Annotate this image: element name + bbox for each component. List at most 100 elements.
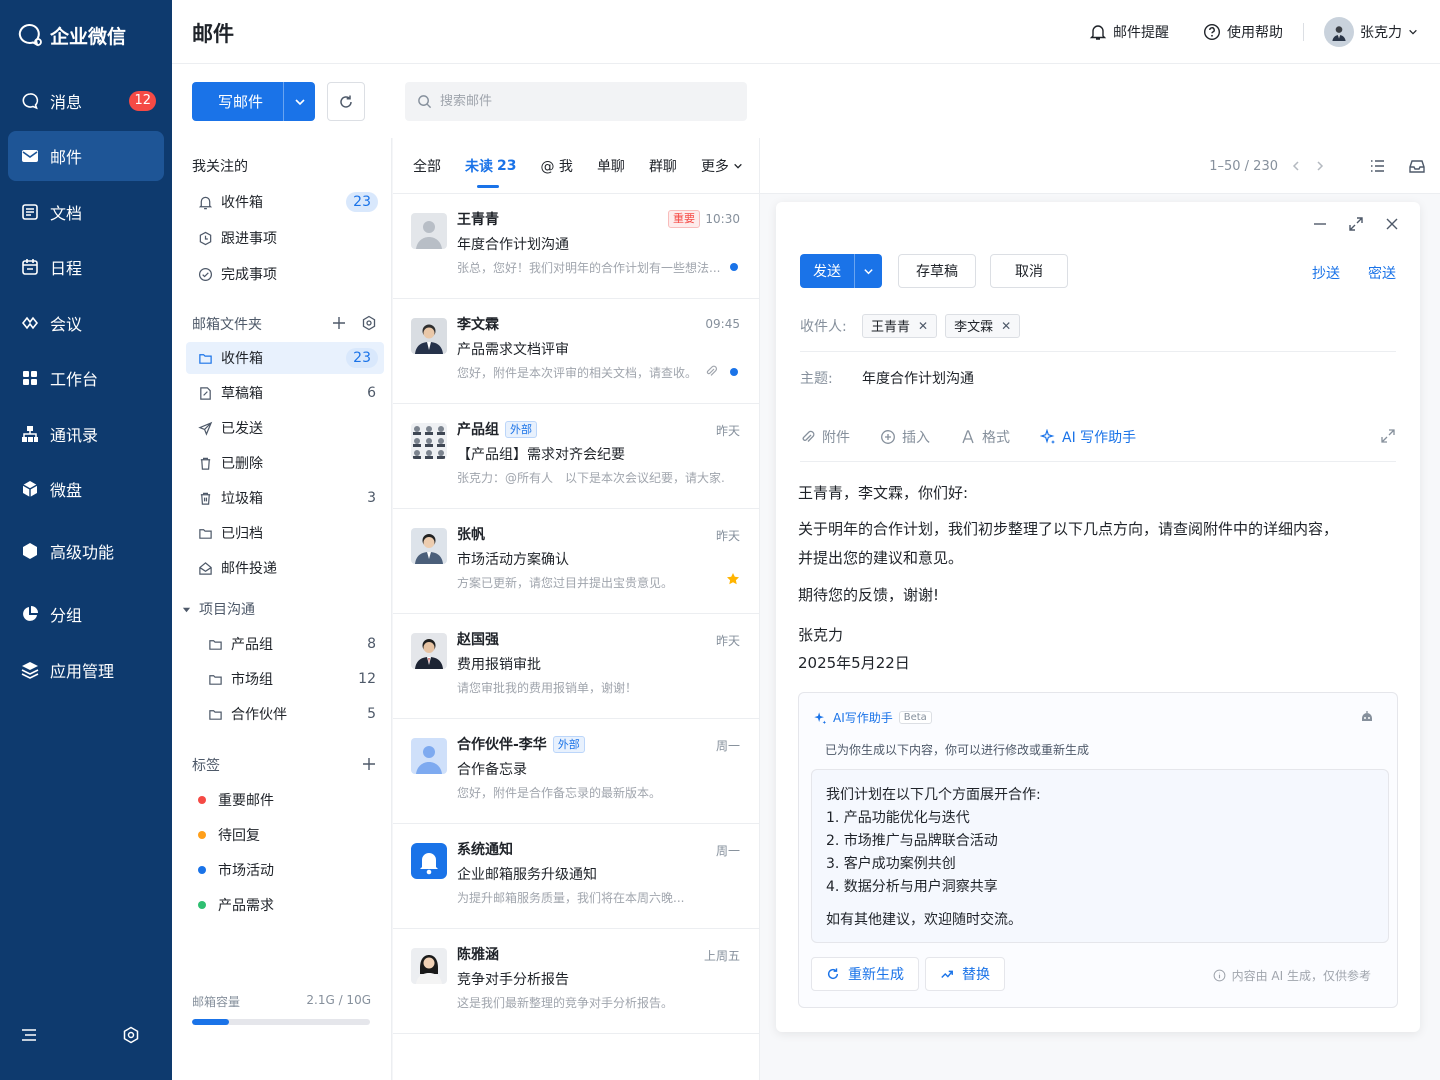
- folder-partners[interactable]: 合作伙伴 5: [186, 698, 384, 730]
- folder-deleted[interactable]: 已删除: [186, 447, 384, 479]
- expand-editor-icon[interactable]: [1380, 428, 1396, 444]
- nav-item-groups[interactable]: 分组: [8, 589, 164, 639]
- nav-item-docs[interactable]: 文档: [8, 187, 164, 237]
- chevron-right-icon[interactable]: [1314, 160, 1326, 172]
- tab-unread[interactable]: 未读 23: [465, 138, 516, 194]
- tab-all[interactable]: 全部: [413, 138, 441, 194]
- regenerate-button[interactable]: 重新生成: [811, 957, 919, 991]
- followed-inbox[interactable]: 收件箱 23: [186, 186, 384, 218]
- robot-icon[interactable]: [1359, 709, 1375, 725]
- chevron-left-icon[interactable]: [1290, 160, 1302, 172]
- cancel-button[interactable]: 取消: [990, 254, 1068, 288]
- tab-mentions[interactable]: @ 我: [540, 138, 572, 194]
- remove-recipient-icon[interactable]: ✕: [918, 319, 928, 333]
- folder-product-group[interactable]: 产品组 8: [186, 628, 384, 660]
- mail-item[interactable]: 陈雅涵 上周五 竞争对手分析报告 这是我们最新整理的竞争对手分析报告。: [393, 930, 760, 1034]
- nav-item-meeting[interactable]: 会议: [8, 298, 164, 348]
- folder-sent[interactable]: 已发送: [186, 412, 384, 444]
- help-button[interactable]: 使用帮助: [1203, 22, 1283, 42]
- tag-important[interactable]: 重要邮件: [186, 784, 384, 816]
- tab-group[interactable]: 群聊: [649, 138, 677, 194]
- nav-item-calendar[interactable]: 日程: [8, 242, 164, 292]
- inbox-tray-icon[interactable]: [1408, 157, 1426, 175]
- menu-icon[interactable]: [20, 1026, 38, 1044]
- subject-field[interactable]: 主题: 年度合作计划沟通: [800, 352, 1396, 404]
- pie-icon: [23, 606, 38, 621]
- add-tag-icon[interactable]: [361, 756, 377, 772]
- folder-drafts[interactable]: 草稿箱 6: [186, 377, 384, 409]
- nav-item-drive[interactable]: 微盘: [8, 464, 164, 514]
- top-bar: 邮件 邮件提醒 使用帮助 张克力: [172, 0, 1440, 64]
- maximize-icon[interactable]: [1348, 216, 1364, 232]
- insert-button[interactable]: 插入: [880, 427, 930, 447]
- folder-spam[interactable]: 垃圾箱 3: [186, 482, 384, 514]
- attach-label: 附件: [822, 429, 850, 446]
- user-name: 张克力: [1360, 25, 1402, 41]
- add-folder-icon[interactable]: [331, 315, 347, 331]
- star-icon[interactable]: [726, 572, 740, 586]
- nav-item-mail[interactable]: 邮件: [8, 131, 164, 181]
- tab-direct[interactable]: 单聊: [597, 138, 625, 194]
- compose-dropdown[interactable]: [283, 82, 315, 121]
- send-button[interactable]: 发送: [800, 254, 882, 288]
- search-input[interactable]: [440, 94, 720, 109]
- minimize-icon[interactable]: [1312, 216, 1328, 232]
- mail-reminder-button[interactable]: 邮件提醒: [1089, 22, 1169, 42]
- attach-button[interactable]: 附件: [800, 427, 850, 447]
- nav-item-messages[interactable]: 消息 12: [8, 76, 164, 126]
- mail-item[interactable]: 合作伙伴-李华 外部 周一 合作备忘录 您好，附件是合作备忘录的最新版本。: [393, 720, 760, 824]
- replace-button[interactable]: 替换: [925, 957, 1005, 991]
- main-area: 1–50 / 230 发送 存草稿 取消 抄送 密送 收件人: 王青青✕ 李文: [760, 138, 1440, 1080]
- nav-item-advanced[interactable]: 高级功能: [8, 526, 164, 576]
- folder-market-group[interactable]: 市场组 12: [186, 663, 384, 695]
- folder-delivery[interactable]: 邮件投递: [186, 552, 384, 584]
- ai-writing-assistant-button[interactable]: AI 写作助手: [1040, 427, 1136, 447]
- sender-name: 王青青: [457, 212, 499, 228]
- mail-item[interactable]: 王青青 重要 10:30 年度合作计划沟通 张总，您好！我们对明年的合作计划有一…: [393, 195, 760, 299]
- refresh-icon: [340, 95, 352, 108]
- close-icon[interactable]: [1384, 216, 1400, 232]
- user-menu[interactable]: 张克力: [1324, 17, 1418, 47]
- bcc-link[interactable]: 密送: [1368, 263, 1396, 283]
- tag-label: 待回复: [218, 828, 260, 844]
- format-button[interactable]: 格式: [960, 427, 1010, 447]
- mail-item[interactable]: 系统通知 周一 企业邮箱服务升级通知 为提升邮箱服务质量，我们将在本周六晚...: [393, 825, 760, 929]
- tag-to-reply[interactable]: 待回复: [186, 819, 384, 851]
- nav-label: 会议: [50, 315, 83, 334]
- list-view-icon[interactable]: [1368, 157, 1386, 175]
- nav-item-workbench[interactable]: 工作台: [8, 353, 164, 403]
- remove-recipient-icon[interactable]: ✕: [1001, 319, 1011, 333]
- bell-icon: [420, 853, 438, 875]
- tab-more[interactable]: 更多: [701, 138, 743, 194]
- folder-label: 合作伙伴: [231, 707, 287, 723]
- compose-button[interactable]: 写邮件: [192, 82, 315, 121]
- recipients-field[interactable]: 收件人: 王青青 ✕ 李文霖 ✕: [800, 300, 1396, 352]
- mail-item[interactable]: 赵国强 昨天 费用报销审批 请您审批我的费用报销单，谢谢！: [393, 615, 760, 719]
- refresh-button[interactable]: [327, 82, 365, 121]
- unread-badge: 12: [129, 91, 156, 111]
- send-options-dropdown[interactable]: [854, 254, 882, 288]
- folder-inbox[interactable]: 收件箱 23: [186, 342, 384, 374]
- tag-marketing[interactable]: 市场活动: [186, 854, 384, 886]
- project-group-toggle[interactable]: 项目沟通: [178, 593, 376, 625]
- sender-name: 张帆: [457, 527, 485, 543]
- cc-link[interactable]: 抄送: [1312, 263, 1340, 283]
- mail-item[interactable]: 张帆 昨天 市场活动方案确认 方案已更新，请您过目并提出宝贵意见。: [393, 510, 760, 614]
- recipient-chip[interactable]: 李文霖 ✕: [945, 313, 1021, 338]
- followed-done[interactable]: 完成事项: [186, 258, 384, 290]
- tag-product-needs[interactable]: 产品需求: [186, 889, 384, 921]
- storage-bar: [192, 1019, 370, 1025]
- settings-icon[interactable]: [122, 1026, 140, 1044]
- followed-follow-up[interactable]: 跟进事项: [186, 222, 384, 254]
- mail-item[interactable]: 李文霖 09:45 产品需求文档评审 您好，附件是本次评审的相关文档，请查收。: [393, 300, 760, 404]
- settings-icon[interactable]: [361, 315, 377, 331]
- ai-generated-content[interactable]: 我们计划在以下几个方面展开合作: 1. 产品功能优化与迭代 2. 市场推广与品牌…: [811, 769, 1389, 943]
- folder-archived[interactable]: 已归档: [186, 517, 384, 549]
- nav-item-app-management[interactable]: 应用管理: [8, 645, 164, 695]
- nav-item-contacts[interactable]: 通讯录: [8, 409, 164, 459]
- ai-panel-title: AI写作助手 Beta: [813, 709, 932, 726]
- save-draft-button[interactable]: 存草稿: [898, 254, 976, 288]
- recipient-chip[interactable]: 王青青 ✕: [862, 313, 938, 338]
- mail-item[interactable]: 产品组 外部 昨天 【产品组】需求对齐会纪要 张克力：@所有人 以下是本次会议纪要…: [393, 405, 760, 509]
- avatar: [411, 948, 447, 984]
